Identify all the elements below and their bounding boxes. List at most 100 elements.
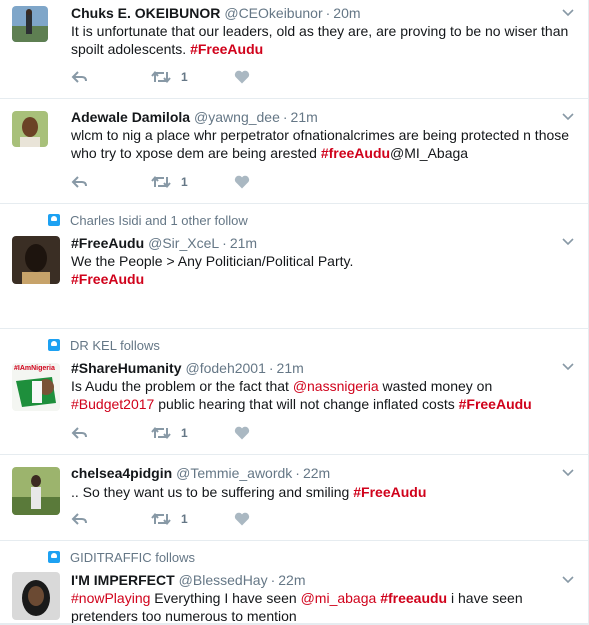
retweet-button[interactable]: 1	[151, 426, 188, 440]
author-name[interactable]: chelsea4pidgin	[71, 465, 172, 481]
hashtag-link[interactable]: #FreeAudu	[459, 396, 532, 412]
hashtag-link[interactable]: #FreeAudu	[190, 41, 263, 57]
chevron-down-icon[interactable]	[561, 6, 575, 20]
hashtag-link[interactable]: #nowPlaying	[71, 590, 150, 606]
tweet-text: #nowPlaying Everything I have seen @mi_a…	[71, 589, 576, 625]
avatar[interactable]	[12, 111, 48, 147]
tweet-header: Adewale Damilola @yawng_dee · 21m	[71, 108, 318, 126]
avatar[interactable]	[12, 467, 60, 515]
retweet-count: 1	[181, 70, 188, 84]
tweet-item[interactable]: DR KEL follows #IAmNigeria #ShareHumanit…	[0, 329, 588, 455]
heart-icon	[234, 426, 250, 440]
separator-dot: ·	[222, 235, 227, 251]
timestamp[interactable]: 22m	[278, 572, 305, 588]
chevron-down-icon[interactable]	[561, 466, 575, 480]
like-button[interactable]	[234, 175, 250, 189]
tweet-actions: 1	[71, 175, 271, 193]
author-handle[interactable]: @BlessedHay	[179, 572, 268, 588]
tweet-text-segment: .. So they want us to be suffering and s…	[71, 484, 354, 500]
social-context-text: GIDITRAFFIC follows	[70, 550, 195, 565]
retweet-icon	[151, 426, 171, 440]
tweet-item[interactable]: Charles Isidi and 1 other follow #FreeAu…	[0, 204, 588, 329]
like-button[interactable]	[234, 512, 250, 526]
tweet-item[interactable]: Chuks E. OKEIBUNOR @CEOkeibunor · 20m It is…	[0, 0, 588, 99]
timestamp[interactable]: 21m	[277, 360, 304, 376]
reply-button[interactable]	[71, 175, 89, 189]
timestamp[interactable]: 21m	[291, 109, 318, 125]
retweet-count: 1	[181, 512, 188, 526]
social-context-text: DR KEL follows	[70, 338, 160, 353]
tweet-text: We the People > Any Politician/Political…	[71, 252, 576, 288]
separator-dot: ·	[325, 5, 331, 21]
tweet-actions: 1	[71, 70, 271, 88]
social-context[interactable]: Charles Isidi and 1 other follow	[48, 213, 248, 229]
social-context[interactable]: DR KEL follows	[48, 338, 160, 354]
author-handle[interactable]: @Temmie_awordk	[176, 465, 292, 481]
hashtag-link[interactable]: #FreeAudu	[353, 484, 426, 500]
retweet-count: 1	[181, 175, 188, 189]
author-name[interactable]: #FreeAudu	[71, 235, 144, 251]
avatar[interactable]: #IAmNigeria	[12, 363, 60, 411]
retweet-button[interactable]: 1	[151, 175, 188, 189]
author-handle[interactable]: @Sir_XceL	[148, 235, 219, 251]
tweet-text-segment: Is Audu the problem or the fact that	[71, 378, 293, 394]
tweet-item[interactable]: Adewale Damilola @yawng_dee · 21m wlcm to n…	[0, 99, 588, 204]
chevron-down-icon[interactable]	[561, 235, 575, 249]
tweet-text: It is unfortunate that our leaders, old …	[71, 22, 576, 58]
tweet-header: #FreeAudu @Sir_XceL · 21m	[71, 234, 257, 252]
mention-link[interactable]: @nassnigeria	[293, 378, 379, 394]
retweet-count: 1	[181, 426, 188, 440]
separator-dot: ·	[270, 572, 276, 588]
author-handle[interactable]: @CEOkeibunor	[224, 5, 322, 21]
follow-icon	[48, 214, 60, 226]
author-handle[interactable]: @fodeh2001	[185, 360, 265, 376]
tweet-text-segment: Everything I have seen	[150, 590, 301, 606]
separator-dot: ·	[295, 465, 300, 481]
tweet-header: chelsea4pidgin @Temmie_awordk · 22m	[71, 464, 330, 482]
reply-button[interactable]	[71, 70, 89, 84]
author-name[interactable]: #ShareHumanity	[71, 360, 181, 376]
reply-button[interactable]	[71, 512, 89, 526]
author-name[interactable]: Chuks E. OKEIBUNOR	[71, 5, 220, 21]
hashtag-link[interactable]: #FreeAudu	[71, 271, 144, 287]
reply-icon	[71, 427, 87, 439]
timestamp[interactable]: 22m	[303, 465, 330, 481]
mention-link[interactable]: @mi_abaga	[301, 590, 377, 606]
author-name[interactable]: Adewale Damilola	[71, 109, 190, 125]
heart-icon	[234, 70, 250, 84]
mention-text[interactable]: @MI_Abaga	[390, 145, 468, 161]
chevron-down-icon[interactable]	[561, 360, 575, 374]
tweet-item[interactable]: chelsea4pidgin @Temmie_awordk · 22m .. So t…	[0, 455, 588, 541]
timestamp[interactable]: 21m	[230, 235, 257, 251]
hashtag-link[interactable]: #Budget2017	[71, 396, 154, 412]
hashtag-link[interactable]: #freeaudu	[380, 590, 447, 606]
tweet-item[interactable]: GIDITRAFFIC follows I'M IMPERFECT @Blesse…	[0, 541, 588, 625]
reply-icon	[71, 71, 87, 83]
tweet-text: Is Audu the problem or the fact that @na…	[71, 377, 576, 413]
social-context[interactable]: GIDITRAFFIC follows	[48, 550, 195, 566]
like-button[interactable]	[234, 70, 250, 84]
tweet-text: wlcm to nig a place whr perpetrator ofna…	[71, 126, 576, 162]
author-name[interactable]: I'M IMPERFECT	[71, 572, 175, 588]
retweet-button[interactable]: 1	[151, 512, 188, 526]
social-context-text: Charles Isidi and 1 other follow	[70, 213, 248, 228]
reply-button[interactable]	[71, 426, 89, 440]
retweet-button[interactable]: 1	[151, 70, 188, 84]
chevron-down-icon[interactable]	[561, 110, 575, 124]
hashtag-link[interactable]: #freeAudu	[321, 145, 390, 161]
avatar[interactable]	[12, 572, 60, 620]
avatar[interactable]	[12, 236, 60, 284]
author-handle[interactable]: @yawng_dee	[194, 109, 280, 125]
tweet-stream: Chuks E. OKEIBUNOR @CEOkeibunor · 20m It is…	[0, 0, 589, 625]
tweet-header: Chuks E. OKEIBUNOR @CEOkeibunor · 20m	[71, 4, 361, 22]
tweet-header: I'M IMPERFECT @BlessedHay · 22m	[71, 571, 306, 589]
like-button[interactable]	[234, 426, 250, 440]
tweet-actions: 1	[71, 512, 271, 530]
avatar-label: #IAmNigeria	[14, 365, 55, 372]
chevron-down-icon[interactable]	[561, 573, 575, 587]
avatar[interactable]	[12, 6, 48, 42]
timestamp[interactable]: 20m	[333, 5, 360, 21]
heart-icon	[234, 512, 250, 526]
heart-icon	[234, 175, 250, 189]
tweet-text-segment: public hearing that will not change infl…	[154, 396, 459, 412]
